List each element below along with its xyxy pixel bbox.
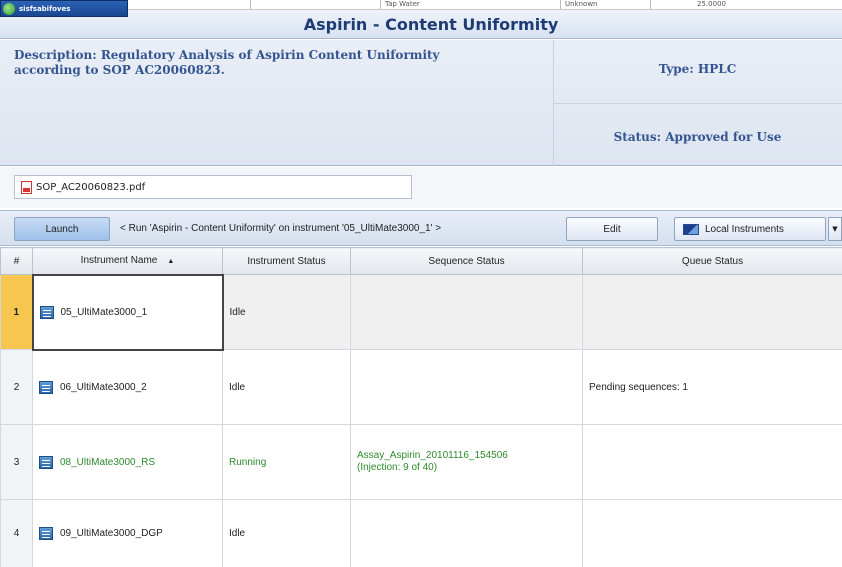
description-panel: Description: Regulatory Analysis of Aspi…: [0, 40, 842, 166]
instrument-icon: [39, 380, 53, 394]
instrument-name: 08_UltiMate3000_RS: [60, 456, 156, 468]
instrument-status-cell: Idle: [222, 349, 351, 425]
launch-toolbar: Launch < Run 'Aspirin - Content Uniformi…: [0, 210, 842, 246]
sequence-name: Assay_Aspirin_20101116_154506: [357, 450, 508, 461]
description-line: Description: Regulatory Analysis of Aspi…: [14, 48, 440, 62]
row-number: 4: [0, 499, 33, 567]
column-header-sequence-status[interactable]: Sequence Status: [350, 247, 583, 275]
local-instruments-button[interactable]: Local Instruments: [674, 217, 826, 241]
grid-header-row: # Instrument Name ▲ Instrument Status Seq…: [0, 247, 842, 275]
attachment-link[interactable]: SOP_AC20060823.pdf: [14, 175, 412, 199]
table-row[interactable]: 3 08_UltiMate3000_RS Running Assay_Aspir…: [0, 424, 842, 500]
background-cell: Unknown: [560, 0, 650, 9]
panel-divider: [553, 103, 842, 104]
local-instruments-label: Local Instruments: [705, 223, 784, 235]
sequence-status-cell: [350, 349, 583, 425]
table-row[interactable]: 4 09_UltiMate3000_DGP Idle: [0, 499, 842, 567]
injection-progress: (Injection: 9 of 40): [357, 462, 438, 473]
status-label: Status: Approved for Use: [613, 130, 782, 144]
sequence-status-cell: Assay_Aspirin_20101116_154506 (Injection:…: [350, 424, 583, 500]
column-header-instrument-status[interactable]: Instrument Status: [222, 247, 351, 275]
instrument-name: 06_UltiMate3000_2: [60, 381, 147, 393]
sequence-status-cell: [350, 499, 583, 567]
chevron-down-icon: ▼: [832, 225, 838, 233]
instrument-icon: [39, 527, 53, 540]
instrument-name-cell[interactable]: 09_UltiMate3000_DGP: [32, 499, 223, 567]
instrument-icon: [39, 305, 54, 319]
column-header-label: Instrument Name: [80, 255, 158, 267]
description-text: Description: Regulatory Analysis of Aspi…: [14, 48, 544, 78]
app-logo-text: sisfsabifoves: [19, 4, 71, 13]
instrument-status-cell: Running: [222, 424, 351, 500]
queue-status-cell: [582, 274, 842, 350]
column-header-queue-status[interactable]: Queue Status: [582, 247, 842, 275]
page-title: Aspirin - Content Uniformity: [303, 14, 559, 34]
background-cell: 25.0000: [650, 0, 730, 9]
instruments-icon: [683, 223, 699, 235]
instrument-name-cell[interactable]: 05_UltiMate3000_1: [31, 273, 224, 351]
description-line: according to SOP AC20060823.: [14, 63, 225, 77]
table-row[interactable]: 1 05_UltiMate3000_1 Idle: [0, 273, 842, 351]
column-header-instrument-name[interactable]: Instrument Name ▲: [32, 247, 223, 275]
run-description: < Run 'Aspirin - Content Uniformity' on …: [120, 223, 442, 234]
edit-button[interactable]: Edit: [566, 217, 658, 241]
instrument-name: 05_UltiMate3000_1: [60, 306, 148, 318]
app-logo-icon: [3, 2, 15, 15]
queue-status-cell: [582, 499, 842, 567]
attachment-row: SOP_AC20060823.pdf: [0, 167, 842, 208]
pdf-icon: [21, 180, 32, 194]
instrument-name-cell[interactable]: 08_UltiMate3000_RS: [32, 424, 223, 500]
sequence-status-cell: [350, 274, 583, 350]
background-table-cells: Tap Water Unknown 25.0000: [250, 0, 730, 9]
instrument-status-cell: Idle: [222, 274, 351, 350]
instrument-status-cell: Idle: [222, 499, 351, 567]
instruments-dropdown-arrow[interactable]: ▼: [828, 217, 842, 241]
queue-status-cell: [582, 424, 842, 500]
attachment-filename: SOP_AC20060823.pdf: [36, 181, 146, 193]
instrument-name-cell[interactable]: 06_UltiMate3000_2: [32, 349, 223, 425]
instrument-name: 09_UltiMate3000_DGP: [60, 528, 163, 539]
launch-button[interactable]: Launch: [14, 217, 110, 241]
table-row[interactable]: 2 06_UltiMate3000_2 Idle Pending sequenc…: [0, 349, 842, 425]
app-logo-badge[interactable]: sisfsabifoves: [0, 0, 128, 17]
row-number: 2: [0, 349, 33, 425]
queue-status-cell: Pending sequences: 1: [582, 349, 842, 425]
row-number: 3: [0, 424, 33, 500]
sort-ascending-icon: ▲: [167, 258, 175, 266]
column-header-number[interactable]: #: [0, 247, 33, 275]
background-cell: Tap Water: [380, 0, 560, 9]
row-number: 1: [0, 274, 33, 350]
instrument-icon: [39, 455, 53, 469]
type-label: Type: HPLC: [658, 62, 737, 76]
instrument-grid: # Instrument Name ▲ Instrument Status Seq…: [0, 247, 842, 567]
